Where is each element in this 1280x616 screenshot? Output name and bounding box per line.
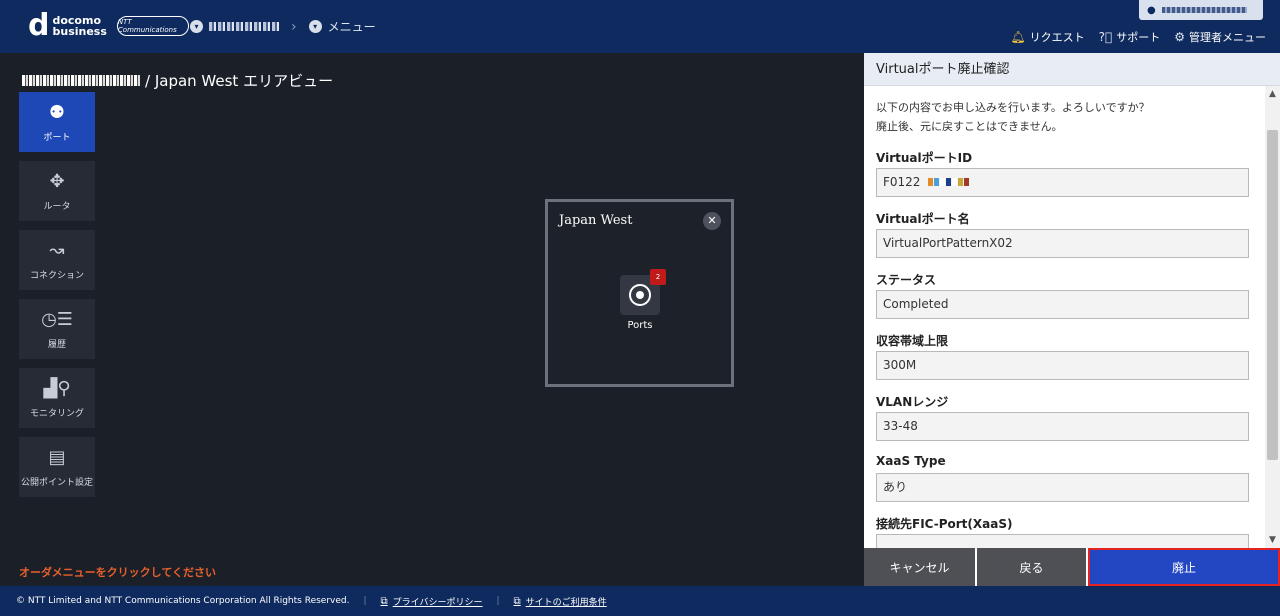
port-icon bbox=[629, 284, 651, 306]
back-button[interactable]: 戻る bbox=[977, 548, 1086, 586]
port-id-value: F0122 bbox=[883, 175, 921, 189]
connection-icon: ↝ bbox=[49, 239, 65, 261]
router-icon: ✥ bbox=[49, 170, 65, 192]
confirm-message: 以下の内容でお申し込みを行います。よろしいですか？ 廃止後、元に戻すことはできま… bbox=[876, 98, 1253, 136]
public-point-icon: ▤ bbox=[48, 446, 66, 468]
request-label: リクエスト bbox=[1029, 31, 1085, 44]
port-icon: ⚉ bbox=[48, 101, 66, 123]
logo-words: docomo business bbox=[52, 15, 106, 37]
nav-item-router[interactable]: ✥ ルータ bbox=[19, 161, 95, 221]
copyright: © NTT Limited and NTT Communications Cor… bbox=[16, 596, 350, 606]
bandwidth-field: 300M bbox=[876, 351, 1249, 380]
top-links: 🔔︎ リクエスト ?⃝ サポート ⚙ 管理者メニュー bbox=[996, 29, 1266, 45]
bell-icon: 🔔︎ bbox=[1010, 30, 1026, 44]
scroll-down-icon[interactable]: ▼ bbox=[1269, 535, 1276, 545]
nav-label: モニタリング bbox=[29, 408, 84, 419]
nav-item-public-point[interactable]: ▤ 公開ポイント設定 bbox=[19, 437, 95, 497]
chevron-down-icon[interactable]: ▾ bbox=[190, 20, 203, 33]
panel-title: Virtualポート廃止確認 bbox=[864, 53, 1280, 86]
nav-item-history[interactable]: ◷☰ 履歴 bbox=[19, 299, 95, 359]
terms-label: サイトのご利用条件 bbox=[525, 597, 607, 608]
xaas-type-field: あり bbox=[876, 473, 1249, 502]
header-bar: d docomo business NTT Communications ▾ ›… bbox=[0, 0, 1280, 53]
user-icon: ● bbox=[1147, 4, 1156, 16]
admin-menu-label: 管理者メニュー bbox=[1189, 31, 1266, 44]
side-nav: ⚉ ポート ✥ ルータ ↝ コネクション ◷☰ 履歴 ▟⚲ モニタリング ▤ 公… bbox=[19, 92, 95, 506]
fic-port-field bbox=[876, 534, 1249, 548]
docomo-business-logo[interactable]: d docomo business NTT Communications bbox=[28, 8, 189, 43]
port-name-field: VirtualPortPatternX02 bbox=[876, 229, 1249, 258]
breadcrumb: ▾ › ▾ メニュー bbox=[190, 18, 376, 35]
port-id-redacted bbox=[928, 169, 970, 196]
privacy-policy-link[interactable]: ⧉ プライバシーポリシー bbox=[381, 595, 483, 608]
field-label-fic-port: 接続先FIC-Port(XaaS) bbox=[876, 517, 1013, 531]
confirm-panel: Virtualポート廃止確認 以下の内容でお申し込みを行います。よろしいですか？… bbox=[864, 53, 1280, 586]
field-label-bandwidth: 収容帯域上限 bbox=[876, 334, 949, 348]
support-link[interactable]: ?⃝ サポート bbox=[1099, 29, 1161, 45]
panel-body: 以下の内容でお申し込みを行います。よろしいですか？ 廃止後、元に戻すことはできま… bbox=[864, 86, 1265, 548]
nav-label: コネクション bbox=[29, 270, 84, 281]
region-card: Japan West ✕ 2 Ports bbox=[545, 199, 734, 387]
external-link-icon: ⧉ bbox=[380, 595, 388, 607]
external-link-icon: ⧉ bbox=[513, 595, 521, 607]
menu-link[interactable]: メニュー bbox=[328, 18, 376, 35]
region-title: Japan West bbox=[559, 213, 633, 228]
logo-line2: business bbox=[52, 25, 107, 38]
nav-label: ポート bbox=[43, 132, 71, 143]
field-label-port-id: VirtualポートID bbox=[876, 151, 973, 165]
panel-actions: キャンセル 戻る 廃止 bbox=[864, 548, 1280, 586]
confirm-message-line2: 廃止後、元に戻すことはできません。 bbox=[876, 120, 1063, 133]
delete-button[interactable]: 廃止 bbox=[1088, 548, 1280, 586]
field-label-port-name: Virtualポート名 bbox=[876, 212, 970, 226]
page-title-text: / Japan West エリアビュー bbox=[145, 72, 334, 90]
chevron-right-icon: › bbox=[291, 18, 297, 35]
request-link[interactable]: 🔔︎ リクエスト bbox=[1010, 29, 1084, 45]
cancel-button[interactable]: キャンセル bbox=[864, 548, 975, 586]
field-label-status: ステータス bbox=[876, 273, 937, 287]
tenant-name-redacted bbox=[22, 75, 140, 86]
confirm-message-line1: 以下の内容でお申し込みを行います。よろしいですか？ bbox=[876, 101, 1150, 114]
tenant-name-redacted[interactable] bbox=[209, 22, 279, 31]
nav-item-port[interactable]: ⚉ ポート bbox=[19, 92, 95, 152]
logo-mark: d bbox=[28, 8, 50, 43]
panel-scrollbar[interactable]: ▲ ▼ bbox=[1265, 86, 1280, 548]
nav-label: 履歴 bbox=[47, 339, 66, 350]
privacy-policy-label: プライバシーポリシー bbox=[392, 597, 483, 608]
terms-link[interactable]: ⧉ サイトのご利用条件 bbox=[514, 595, 607, 608]
chevron-down-icon[interactable]: ▾ bbox=[308, 20, 322, 33]
user-menu[interactable]: ● bbox=[1139, 0, 1263, 20]
field-label-xaas-type: XaaS Type bbox=[876, 454, 946, 468]
ntt-communications-logo: NTT Communications bbox=[116, 16, 189, 36]
footer-divider: | bbox=[496, 596, 500, 606]
monitoring-icon: ▟⚲ bbox=[43, 377, 71, 399]
ports-count-badge: 2 bbox=[650, 269, 666, 285]
scroll-up-icon[interactable]: ▲ bbox=[1269, 89, 1276, 99]
support-label: サポート bbox=[1116, 31, 1161, 44]
status-field: Completed bbox=[876, 290, 1249, 319]
field-label-vlan: VLANレンジ bbox=[876, 395, 949, 409]
scroll-thumb[interactable] bbox=[1267, 130, 1278, 460]
close-icon[interactable]: ✕ bbox=[703, 212, 721, 230]
nav-item-connection[interactable]: ↝ コネクション bbox=[19, 230, 95, 290]
nav-label: 公開ポイント設定 bbox=[20, 477, 93, 488]
ports-label: Ports bbox=[627, 320, 653, 331]
gear-icon: ⚙ bbox=[1174, 30, 1185, 44]
vlan-range-field: 33-48 bbox=[876, 412, 1249, 441]
history-icon: ◷☰ bbox=[41, 308, 73, 330]
nav-item-monitoring[interactable]: ▟⚲ モニタリング bbox=[19, 368, 95, 428]
nav-label: ルータ bbox=[43, 201, 71, 212]
help-icon: ?⃝ bbox=[1098, 30, 1113, 44]
admin-menu-link[interactable]: ⚙ 管理者メニュー bbox=[1174, 29, 1266, 45]
page-title: / Japan West エリアビュー bbox=[22, 70, 333, 91]
footer: © NTT Limited and NTT Communications Cor… bbox=[0, 586, 1280, 616]
user-name-redacted bbox=[1161, 7, 1247, 13]
order-menu-hint: オーダメニューをクリックしてください bbox=[19, 566, 217, 579]
footer-divider: | bbox=[363, 596, 367, 606]
port-id-field: F0122 bbox=[876, 168, 1249, 197]
